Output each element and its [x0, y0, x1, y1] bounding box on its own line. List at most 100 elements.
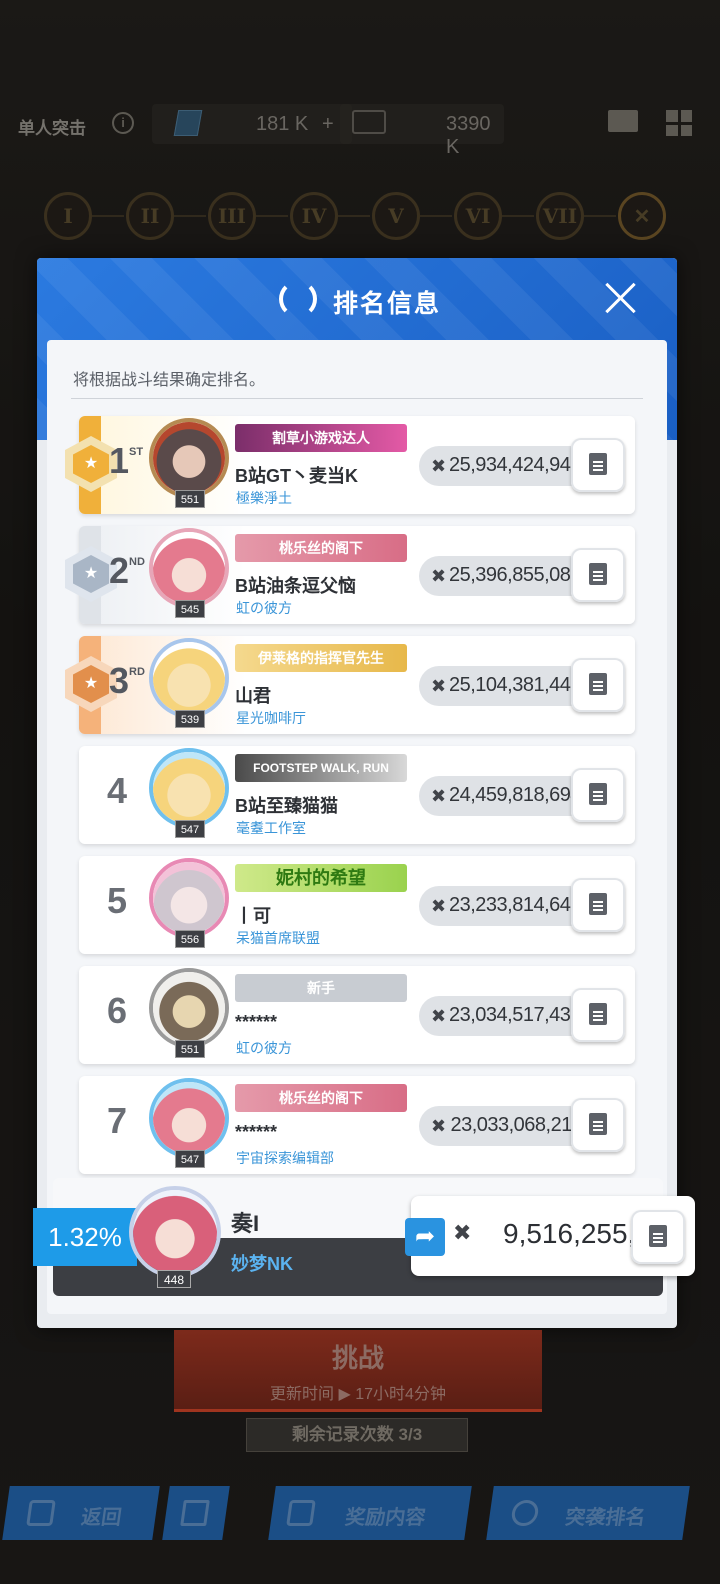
- guild-name: 虹の彼方: [236, 1040, 292, 1056]
- title-banner: 桃乐丝的阁下: [235, 534, 407, 562]
- detail-document-button[interactable]: [571, 1098, 625, 1152]
- my-rank-row: 1.32% 448 奏I 妙梦NK ➦ ✖ 9,516,255,990: [33, 1178, 695, 1296]
- ranking-row: ★ 1ST 551 割草小游戏达人 B站GT丶麦当K 極樂淨土 ✖ 25,934,…: [65, 416, 635, 514]
- title-banner: 桃乐丝的阁下: [235, 1084, 407, 1112]
- avatar: [149, 418, 229, 498]
- level-badge: 551: [175, 1040, 205, 1058]
- raid-rank-button[interactable]: 突袭排名: [486, 1486, 690, 1540]
- document-icon: [589, 893, 607, 915]
- rank-number: 6: [107, 990, 128, 1031]
- title-banner: 新手: [235, 974, 407, 1002]
- my-avatar: [129, 1186, 221, 1278]
- update-time: 更新时间 ▶ 17小时4分钟: [270, 1386, 446, 1403]
- title-banner: 割草小游戏达人: [235, 424, 407, 452]
- score-box: ✖ 23,033,068,211: [419, 1106, 589, 1146]
- ranking-note: 将根据战斗结果确定排名。: [73, 372, 266, 389]
- title-banner: 伊莱格的指挥官先生: [235, 644, 407, 672]
- document-icon: [589, 1113, 607, 1135]
- my-score-box: ➦ ✖ 9,516,255,990: [405, 1196, 695, 1276]
- detail-document-button[interactable]: [571, 438, 625, 492]
- ranking-row: 5 556 妮村的希望 丨可 呆猫首席联盟 ✖ 23,233,814,640: [79, 856, 635, 954]
- rank-number: 5: [107, 880, 128, 921]
- rank-number: 3RD: [109, 660, 145, 701]
- guild-name: 呆猫首席联盟: [236, 930, 320, 946]
- title-banner: FOOTSTEP WALK, RUN: [235, 754, 407, 782]
- level-badge: 539: [175, 710, 205, 728]
- score-value: 24,459,818,694: [448, 784, 582, 806]
- detail-document-button[interactable]: [571, 658, 625, 712]
- remaining-records: 剩余记录次数 3/3: [246, 1418, 468, 1452]
- nickname: B站油条逗父恼: [235, 576, 356, 596]
- avatar: [149, 638, 229, 718]
- gift-box-icon: [286, 1500, 316, 1526]
- medal-icon: [510, 1500, 540, 1526]
- nickname: ******: [235, 1012, 278, 1032]
- guild-name: 虹の彼方: [236, 600, 292, 616]
- rewards-button[interactable]: 奖励内容: [268, 1486, 472, 1540]
- guild-name: 極樂淨土: [236, 490, 292, 506]
- detail-document-button[interactable]: [571, 768, 625, 822]
- score-box: ✖ 25,104,381,445: [419, 666, 589, 706]
- raid-rank-label: 突袭排名: [563, 1507, 647, 1529]
- document-icon: [589, 1003, 607, 1025]
- score-value: 25,934,424,945: [448, 454, 582, 476]
- back-button[interactable]: 返回: [2, 1486, 160, 1540]
- my-guild-name: 妙梦NK: [231, 1254, 293, 1274]
- score-value: 25,396,855,085: [448, 564, 582, 586]
- rewards-label: 奖励内容: [343, 1507, 427, 1529]
- detail-document-button[interactable]: [571, 548, 625, 602]
- guild-name: 毫耋工作室: [236, 820, 306, 836]
- rank-number: 4: [107, 770, 128, 811]
- score-box: ✖ 25,934,424,945: [419, 446, 589, 486]
- my-detail-document-button[interactable]: [631, 1210, 685, 1264]
- level-badge: 551: [175, 490, 205, 508]
- percentile-badge: 1.32%: [33, 1208, 137, 1266]
- document-icon: [589, 673, 607, 695]
- detail-document-button[interactable]: [571, 988, 625, 1042]
- share-icon[interactable]: ➦: [405, 1218, 445, 1256]
- score-value: 23,233,814,640: [448, 894, 582, 916]
- crossed-swords-icon: ✖: [431, 1116, 447, 1136]
- score-value: 23,034,517,433: [448, 1004, 582, 1026]
- home-icon: [180, 1500, 210, 1526]
- ranking-row: ★ 3RD 539 伊莱格的指挥官先生 山君 星光咖啡厅 ✖ 25,104,381…: [65, 636, 635, 734]
- rank-number: 2ND: [109, 550, 145, 591]
- ranking-row: 6 551 新手 ****** 虹の彼方 ✖ 23,034,517,433: [79, 966, 635, 1064]
- title-banner: 妮村的希望: [235, 864, 407, 892]
- document-icon: [589, 783, 607, 805]
- home-button[interactable]: [162, 1486, 230, 1540]
- guild-name: 星光咖啡厅: [236, 710, 306, 726]
- document-icon: [649, 1225, 667, 1247]
- avatar: [149, 858, 229, 938]
- my-level-badge: 448: [157, 1270, 191, 1288]
- rank-number: 1ST: [109, 440, 144, 481]
- ranking-panel: 将根据战斗结果确定排名。 ★ 1ST 551 割草小游戏达人 B站GT丶麦当K …: [47, 340, 667, 1314]
- ranking-row: ★ 2ND 545 桃乐丝的阁下 B站油条逗父恼 虹の彼方 ✖ 25,396,85…: [65, 526, 635, 624]
- my-nickname: 奏I: [231, 1211, 260, 1236]
- level-badge: 547: [175, 1150, 205, 1168]
- avatar: [149, 1078, 229, 1158]
- exit-icon: [26, 1500, 56, 1526]
- crossed-swords-icon: ✖: [453, 1220, 472, 1245]
- document-icon: [589, 453, 607, 475]
- score-box: ✖ 24,459,818,694: [419, 776, 589, 816]
- challenge-label: 挑战: [331, 1343, 384, 1373]
- ranking-modal: 排名信息 将根据战斗结果确定排名。 ★ 1ST 551 割草小游戏达人 B站GT…: [33, 258, 695, 1328]
- score-box: ✖ 25,396,855,085: [419, 556, 589, 596]
- detail-document-button[interactable]: [571, 878, 625, 932]
- back-label: 返回: [79, 1507, 123, 1529]
- score-box: ✖ 23,233,814,640: [419, 886, 589, 926]
- nickname: 丨可: [235, 906, 271, 926]
- laurel-icon: [279, 280, 317, 318]
- avatar: [149, 748, 229, 828]
- close-button[interactable]: [603, 280, 639, 316]
- level-badge: 547: [175, 820, 205, 838]
- score-box: ✖ 23,034,517,433: [419, 996, 589, 1036]
- challenge-button[interactable]: 挑战 更新时间 ▶ 17小时4分钟: [174, 1330, 542, 1412]
- nickname: ******: [235, 1122, 278, 1142]
- avatar: [149, 968, 229, 1048]
- document-icon: [589, 563, 607, 585]
- level-badge: 556: [175, 930, 205, 948]
- nickname: 山君: [235, 686, 271, 706]
- avatar: [149, 528, 229, 608]
